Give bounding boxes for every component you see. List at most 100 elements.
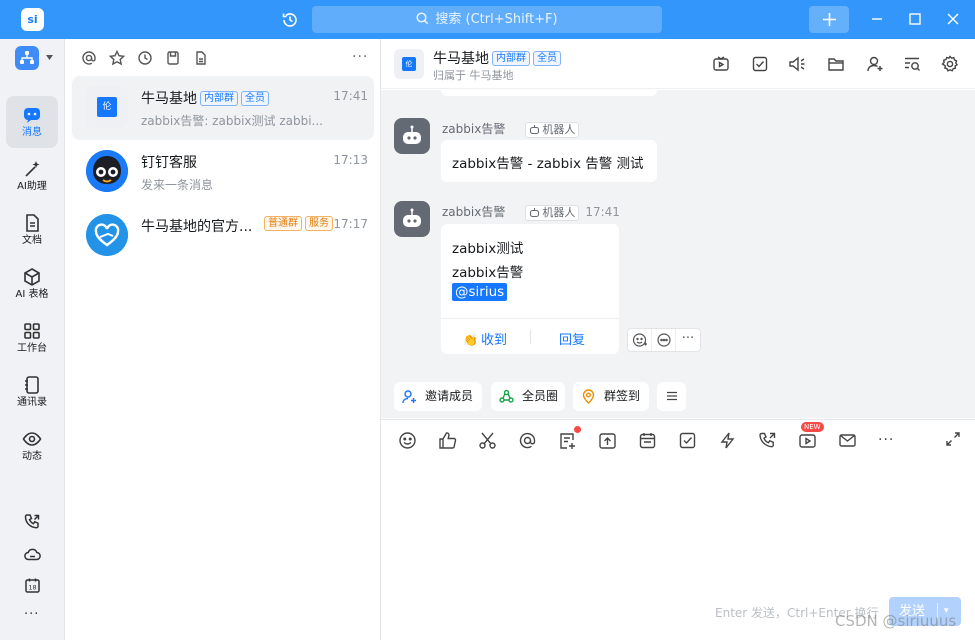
conversation-item[interactable]: 伦 牛马基地 内部群 全员 17:41 zabbix告警: zabbix测试 zab… <box>72 76 374 140</box>
todo-icon[interactable] <box>751 55 769 73</box>
maximize-button[interactable] <box>908 12 922 26</box>
bot-avatar[interactable] <box>394 118 430 154</box>
conversation-item[interactable]: 钉钉客服 17:13 发来一条消息 <box>72 140 374 204</box>
chat-pane: 伦 牛马基地 内部群 全员 归属于 牛马基地 zabbix告警 机器人 zabbix告… <box>381 39 975 640</box>
scissors-icon[interactable] <box>478 431 497 450</box>
mail-icon[interactable] <box>838 431 857 450</box>
nav-feed[interactable]: 动态 <box>6 420 58 472</box>
nav-ai-table[interactable]: AI 表格 <box>6 258 58 310</box>
robot-badge: 机器人 <box>525 205 580 221</box>
conversation-time: 17:41 <box>333 89 368 103</box>
global-search[interactable]: 搜索 (Ctrl+Shift+F) <box>312 6 662 33</box>
lightning-icon[interactable] <box>718 431 737 450</box>
search-placeholder: 搜索 (Ctrl+Shift+F) <box>435 12 558 27</box>
create-button[interactable] <box>809 6 849 33</box>
message-area[interactable]: zabbix告警 机器人 zabbix告警 - zabbix 告警 测试 zabb… <box>381 90 975 409</box>
notification-dot <box>574 426 581 433</box>
folder-icon[interactable] <box>827 55 845 73</box>
robot-icon <box>530 208 540 218</box>
conversation-time: 17:17 <box>333 217 368 231</box>
nav-ai-assistant[interactable]: AI助理 <box>6 150 58 202</box>
chat-subtitle: 归属于 牛马基地 <box>433 69 514 82</box>
save-icon[interactable] <box>165 50 181 66</box>
file-icon[interactable] <box>193 50 209 66</box>
chat-header: 伦 牛马基地 内部群 全员 归属于 牛马基地 <box>381 39 975 89</box>
message-bubble[interactable]: zabbix告警 - zabbix 告警 测试 <box>441 140 657 182</box>
minimize-button[interactable] <box>870 12 884 26</box>
nav-docs[interactable]: 文档 <box>6 204 58 256</box>
live-video-icon[interactable] <box>798 431 817 450</box>
announcement-icon[interactable] <box>788 55 806 73</box>
hands-icon: 👏 <box>463 333 478 347</box>
menu-icon <box>667 391 677 401</box>
org-switcher[interactable] <box>15 46 39 70</box>
group-checkin-chip[interactable]: 群签到 <box>573 382 649 411</box>
card-actions: 👏 收到 回复 <box>441 318 619 354</box>
conversation-item[interactable]: 牛马基地的官方... 普通群 服务 17:17 <box>72 204 374 268</box>
tag-internal-group: 内部群 <box>492 51 530 66</box>
nav-label: 文档 <box>22 235 42 246</box>
upload-icon[interactable] <box>598 431 617 450</box>
conversation-more-button[interactable]: ··· <box>352 49 368 65</box>
message-text: zabbix告警 - zabbix 告警 测试 <box>452 156 644 172</box>
ack-button[interactable]: 👏 收到 <box>463 329 507 348</box>
video-icon[interactable] <box>712 55 730 73</box>
nav-label: 工作台 <box>17 343 47 354</box>
more-icon[interactable]: ··· <box>24 607 39 622</box>
caret-down-icon[interactable] <box>46 55 53 60</box>
conversation-time: 17:13 <box>333 153 368 167</box>
message-card[interactable]: zabbix测试 zabbix告警 @sirius 👏 收到 回复 <box>441 224 619 354</box>
divider <box>530 330 531 344</box>
message-line: zabbix告警 <box>452 265 524 281</box>
close-button[interactable] <box>946 12 960 26</box>
phone-icon[interactable] <box>24 513 41 530</box>
chat-group-avatar[interactable]: 伦 <box>394 49 424 79</box>
official-avatar <box>86 214 128 256</box>
message-time: 17:41 <box>585 205 620 219</box>
nav-messages[interactable]: 消息 <box>6 96 58 148</box>
support-avatar <box>86 150 128 192</box>
add-member-icon[interactable] <box>866 55 884 73</box>
conversation-name: 牛马基地的官方... <box>141 219 253 235</box>
thumbs-up-icon[interactable] <box>438 431 457 450</box>
search-history-icon[interactable] <box>903 55 921 73</box>
settings-icon[interactable] <box>941 55 959 73</box>
history-icon[interactable] <box>281 11 299 29</box>
calendar-icon[interactable]: 18 <box>24 577 41 594</box>
tag-normal-group: 普通群 <box>264 216 302 231</box>
bot-avatar[interactable] <box>394 201 430 237</box>
task-add-icon[interactable] <box>558 431 577 450</box>
emoji-icon[interactable] <box>398 431 417 450</box>
at-icon[interactable] <box>81 50 97 66</box>
checkbox-icon[interactable] <box>678 431 697 450</box>
mention-icon[interactable] <box>518 431 537 450</box>
grid-icon <box>24 323 40 339</box>
comment-icon[interactable] <box>652 329 676 351</box>
nav-contacts[interactable]: 通讯录 <box>6 366 58 418</box>
all-members-circle-chip[interactable]: 全员圈 <box>491 382 565 411</box>
invite-members-chip[interactable]: 邀请成员 <box>394 382 482 411</box>
message-icon <box>24 108 40 123</box>
cloud-icon[interactable] <box>24 546 41 563</box>
calendar-event-icon[interactable] <box>638 431 657 450</box>
composer-toolbar: NEW ··· <box>381 419 975 461</box>
reply-button[interactable]: 回复 <box>559 329 585 348</box>
nav-workbench[interactable]: 工作台 <box>6 312 58 364</box>
group-avatar: 伦 <box>86 86 128 128</box>
chat-title[interactable]: 牛马基地 内部群 全员 <box>433 48 561 68</box>
expand-icon[interactable] <box>945 431 961 447</box>
emoji-react-icon[interactable] <box>628 329 652 351</box>
toolbar-more-button[interactable]: ··· <box>878 432 894 448</box>
message-more-button[interactable]: ··· <box>676 329 700 351</box>
left-nav: 消息 AI助理 文档 AI 表格 工作台 通讯录 动态 18 ··· <box>0 39 65 640</box>
conversation-preview: zabbix告警: zabbix测试 zabbi... <box>141 114 323 128</box>
sparkle-icon <box>25 161 40 177</box>
message-sender: zabbix告警 机器人 17:41 <box>442 205 620 221</box>
star-icon[interactable] <box>109 50 125 66</box>
contacts-icon <box>25 376 39 394</box>
clock-icon[interactable] <box>137 50 153 66</box>
call-icon[interactable] <box>758 431 777 450</box>
conversation-name: 钉钉客服 <box>141 155 197 171</box>
mention-link[interactable]: @sirius <box>452 283 508 301</box>
quick-menu-button[interactable] <box>657 382 686 411</box>
